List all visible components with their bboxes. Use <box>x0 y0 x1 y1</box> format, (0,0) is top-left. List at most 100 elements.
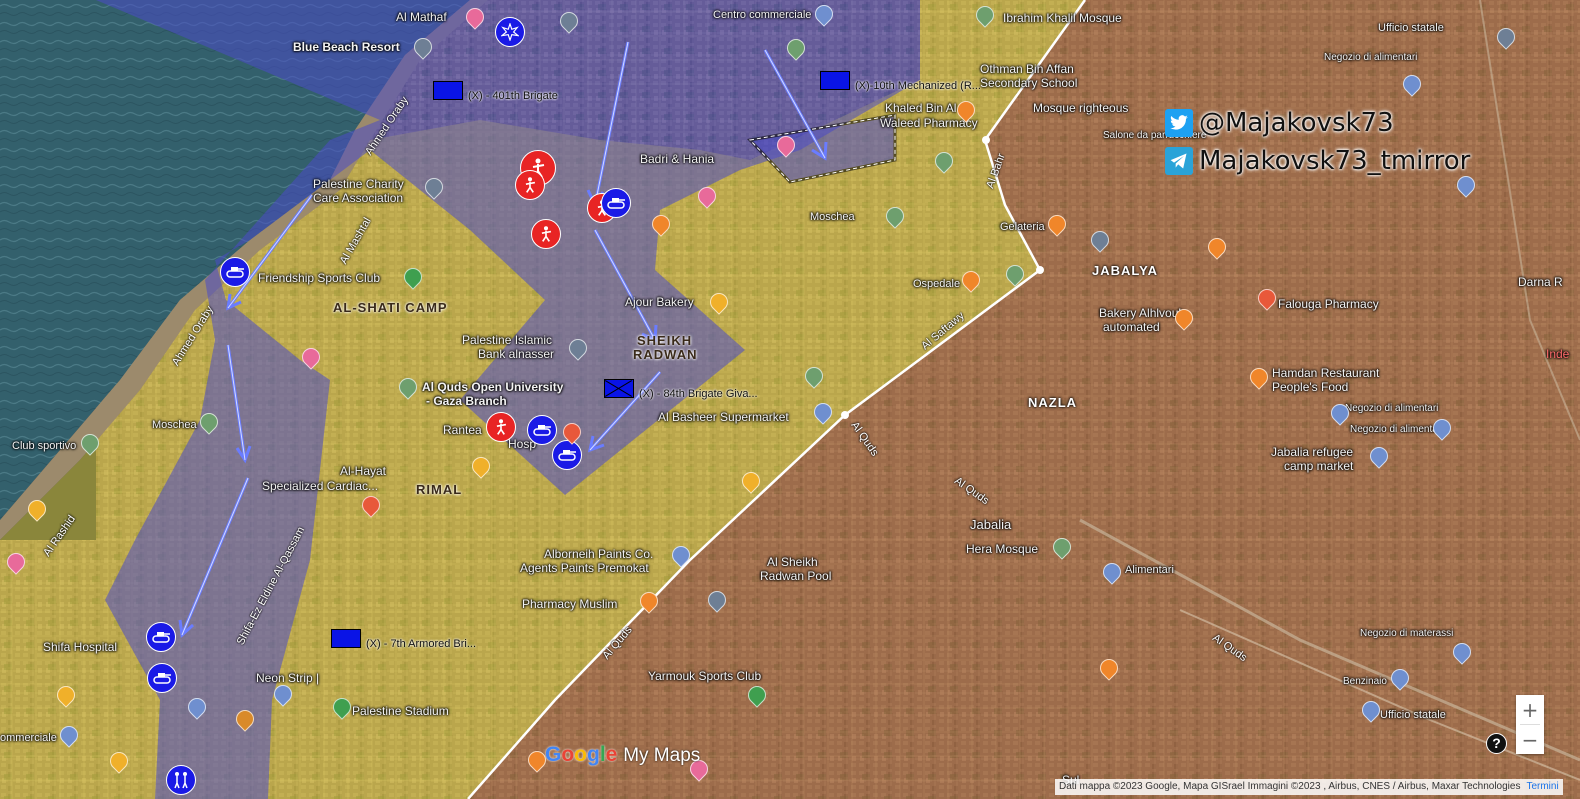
place-ufficio-2[interactable]: Ufficio statale <box>1378 22 1444 34</box>
place-ospedale[interactable]: Ospedale <box>913 278 960 290</box>
place-blue-beach[interactable]: Blue Beach Resort <box>293 40 400 54</box>
map-canvas[interactable]: AL-SHATI CAMP SHEIKH RADWAN RIMAL JABALY… <box>0 0 1580 799</box>
place-commerciale[interactable]: ommerciale <box>0 732 57 744</box>
place-alhayat-2[interactable]: Specialized Cardiac... <box>262 479 378 493</box>
place-benzinaio[interactable]: Benzinaio <box>1343 676 1387 687</box>
place-yarmouk[interactable]: Yarmouk Sports Club <box>648 669 761 683</box>
place-club-sportivo[interactable]: Club sportivo <box>12 440 76 452</box>
place-friendship[interactable]: Friendship Sports Club <box>258 271 380 285</box>
place-hamdan-2[interactable]: People's Food <box>1272 380 1348 394</box>
zoom-in-button[interactable]: + <box>1516 695 1544 724</box>
place-negozio-2[interactable]: Negozio di alimentari <box>1345 403 1438 414</box>
unit-flag-401[interactable] <box>433 81 463 100</box>
place-negozio-1[interactable]: Negozio di alimentari <box>1324 52 1417 63</box>
unit-label-401: (X) - 401th Brigate <box>468 90 558 102</box>
unit-flag-84[interactable] <box>604 379 634 398</box>
unit-label-10: (X)-10th Mechanized (R... <box>855 80 981 92</box>
area-label-radwan: RADWAN <box>633 347 698 362</box>
twitter-icon <box>1165 109 1193 137</box>
place-rantea[interactable]: Rantea <box>443 423 482 437</box>
unit-flag-10[interactable] <box>820 71 850 90</box>
place-centro[interactable]: Centro commerciale <box>713 9 811 21</box>
place-mosque-righteous[interactable]: Mosque righteous <box>1033 101 1128 115</box>
place-hera-mosque[interactable]: Hera Mosque <box>966 542 1038 556</box>
infantry-icon <box>174 772 188 789</box>
tank-marker-3[interactable] <box>527 415 557 445</box>
unit-label-84: (X) - 84th Brigate Giva... <box>639 388 758 400</box>
explosion-marker[interactable] <box>495 17 525 47</box>
terms-link[interactable]: Termini <box>1526 781 1558 792</box>
channel-handles: @Majakovsk73 Majakovsk73_tmirror <box>1165 108 1470 184</box>
place-ufficio-1[interactable]: Ufficio statale <box>1380 709 1446 721</box>
tank-icon <box>226 267 244 278</box>
place-charity-2[interactable]: Care Association <box>313 191 403 205</box>
place-alquds-univ-1[interactable]: Al Quds Open University <box>422 380 563 394</box>
infantry-marker[interactable] <box>166 765 196 795</box>
map-attribution: Dati mappa ©2023 Google, Mapa GISrael Im… <box>1055 779 1563 795</box>
area-label-shati: AL-SHATI CAMP <box>333 300 448 315</box>
place-othman-1[interactable]: Othman Bin Affan <box>980 62 1074 76</box>
twitter-handle[interactable]: @Majakovsk73 <box>1165 108 1470 138</box>
tank-marker-4[interactable] <box>552 440 582 470</box>
area-label-sheikh: SHEIKH <box>637 333 693 348</box>
explosion-icon <box>501 23 519 41</box>
place-pharmacy-muslim[interactable]: Pharmacy Muslim <box>522 597 617 611</box>
place-alborneih-2[interactable]: Agents Paints Premokat <box>520 561 649 575</box>
place-alhayat-1[interactable]: Al-Hayat <box>340 464 386 478</box>
unit-flag-7[interactable] <box>331 629 361 648</box>
place-khaled-1[interactable]: Khaled Bin Al <box>885 101 956 115</box>
tank-marker-1[interactable] <box>601 188 631 218</box>
place-hamdan-1[interactable]: Hamdan Restaurant <box>1272 366 1379 380</box>
place-falouga[interactable]: Falouga Pharmacy <box>1278 297 1379 311</box>
place-inde[interactable]: Inde <box>1546 347 1569 361</box>
place-sheikh-pool-2[interactable]: Radwan Pool <box>760 569 831 583</box>
place-othman-2[interactable]: Secondary School <box>980 76 1077 90</box>
tank-marker-5[interactable] <box>146 622 176 652</box>
attribution-text: Dati mappa ©2023 Google, Mapa GISrael Im… <box>1059 781 1521 792</box>
place-badri[interactable]: Badri & Hania <box>640 152 714 166</box>
tank-marker-6[interactable] <box>147 663 177 693</box>
place-charity-1[interactable]: Palestine Charity <box>313 177 404 191</box>
combat-marker-3[interactable] <box>531 219 561 249</box>
place-shifa-hospital[interactable]: Shifa Hospital <box>43 640 117 654</box>
place-alborneih-1[interactable]: Alborneih Paints Co. <box>544 547 653 561</box>
help-button[interactable]: ? <box>1486 733 1507 754</box>
area-label-nazla: NAZLA <box>1028 395 1078 410</box>
tank-icon <box>607 198 625 209</box>
zoom-out-button[interactable]: − <box>1516 725 1544 754</box>
area-label-rimal: RIMAL <box>416 482 463 497</box>
tank-marker-2[interactable] <box>220 257 250 287</box>
place-ibrahim[interactable]: Ibrahim Khalil Mosque <box>1003 11 1122 25</box>
place-alimentari[interactable]: Alimentari <box>1125 564 1174 576</box>
place-bakery-1[interactable]: Bakery Alhlvouh <box>1099 306 1185 320</box>
place-moschea-1[interactable]: Moschea <box>810 211 855 223</box>
place-islamic-1[interactable]: Palestine Islamic <box>462 333 552 347</box>
place-moschea-2[interactable]: Moschea <box>152 419 197 431</box>
place-islamic-2[interactable]: Bank alnasser <box>478 347 554 361</box>
soldier-icon <box>541 226 552 242</box>
place-al-mathaf[interactable]: Al Mathaf <box>396 10 447 24</box>
place-neon-strip[interactable]: Neon Strip | <box>256 671 319 685</box>
place-materassi[interactable]: Negozio di materassi <box>1360 628 1453 639</box>
place-jabalia-market-2[interactable]: camp market <box>1284 459 1353 473</box>
place-negozio-3[interactable]: Negozio di alimentari <box>1350 424 1443 435</box>
place-basheer[interactable]: Al Basheer Supermarket <box>658 410 789 424</box>
place-ajour[interactable]: Ajour Bakery <box>625 295 694 309</box>
place-sheikh-pool-1[interactable]: Al Sheikh <box>767 555 818 569</box>
twitter-handle-text: @Majakovsk73 <box>1199 108 1394 138</box>
combat-marker-5[interactable] <box>486 412 516 442</box>
tank-icon <box>152 632 170 643</box>
place-bakery-2[interactable]: automated <box>1103 320 1160 334</box>
area-label-jabalya: JABALYA <box>1092 263 1159 278</box>
combat-marker-2[interactable] <box>515 170 545 200</box>
unit-label-7: (X) - 7th Armored Bri... <box>366 638 477 650</box>
place-jabalia-market-1[interactable]: Jabalia refugee <box>1271 445 1353 459</box>
telegram-handle-text: Majakovsk73_tmirror <box>1199 146 1471 176</box>
place-palestine-stadium[interactable]: Palestine Stadium <box>352 704 449 718</box>
telegram-icon <box>1165 147 1193 175</box>
place-darna[interactable]: Darna R <box>1518 275 1563 289</box>
zoom-control: + − <box>1516 695 1544 754</box>
place-alquds-univ-2[interactable]: - Gaza Branch <box>426 394 507 408</box>
telegram-handle[interactable]: Majakovsk73_tmirror <box>1165 146 1470 176</box>
place-gelateria[interactable]: Gelateria <box>1000 221 1045 233</box>
